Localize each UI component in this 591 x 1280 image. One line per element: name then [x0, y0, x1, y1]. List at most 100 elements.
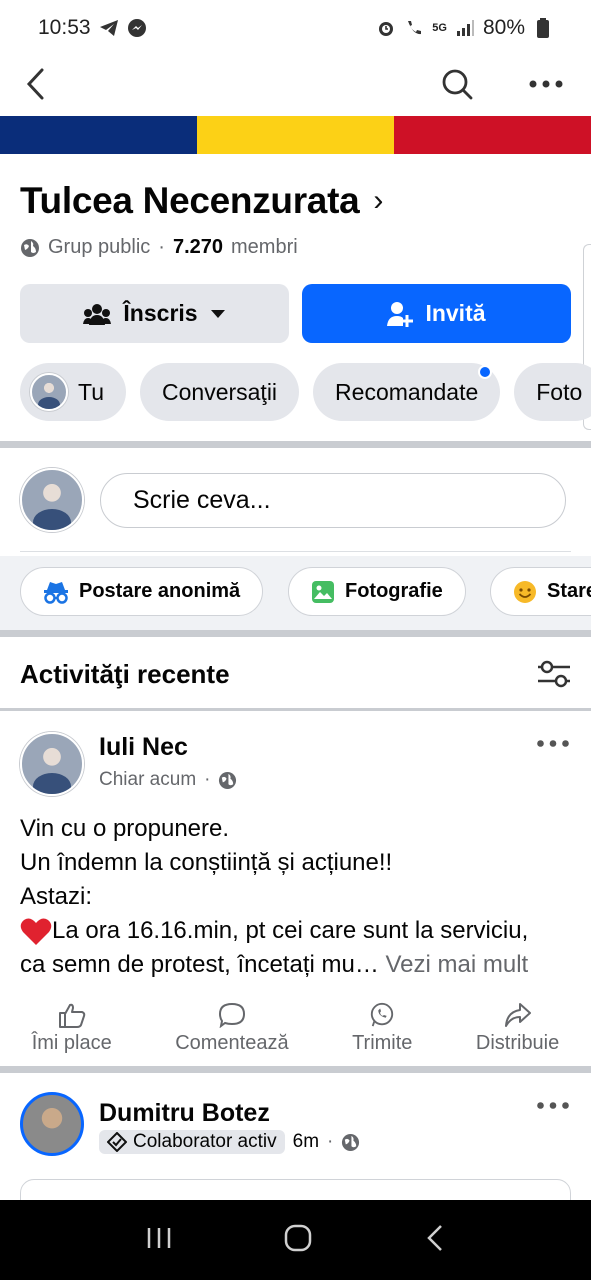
telegram-icon — [99, 18, 119, 38]
send-label: Trimite — [352, 1032, 413, 1054]
badge-label: Colaborator activ — [133, 1131, 277, 1152]
post-author-avatar[interactable] — [20, 732, 84, 796]
status-bar: 10:53 5G 80% — [0, 0, 591, 56]
post-line: Astazi: — [20, 883, 93, 910]
contributor-badge[interactable]: Colaborator activ — [99, 1130, 285, 1154]
joined-button[interactable]: Înscris — [20, 284, 289, 343]
tab-you-label: Tu — [78, 378, 104, 405]
filter-sliders-icon[interactable] — [537, 660, 571, 688]
photo-button[interactable]: Fotografie — [288, 567, 466, 616]
user-avatar — [30, 373, 68, 411]
post-more-button[interactable] — [535, 731, 571, 755]
globe-icon — [219, 771, 237, 789]
post-line: La ora 16.16.min, pt cei care sunt la se… — [52, 917, 529, 944]
group-privacy: Grup public — [48, 236, 151, 258]
post-author-name[interactable]: Dumitru Botez — [99, 1099, 270, 1128]
status-right: 5G 80% — [376, 16, 553, 40]
smiley-icon — [514, 580, 536, 603]
group-title[interactable]: Tulcea Necenzurata › — [20, 180, 383, 222]
post-meta: Colaborator activ 6m · — [99, 1130, 360, 1154]
photo-label: Fotografie — [345, 580, 443, 602]
post-line: Vin cu o propunere. — [20, 815, 230, 842]
like-button[interactable]: Îmi place — [32, 1002, 112, 1064]
post-line-last: ca semn de protest, încetați mu… Vezi ma… — [20, 948, 576, 982]
post-line-heart: La ora 16.16.min, pt cei care sunt la se… — [20, 914, 576, 948]
tab-conversations[interactable]: Conversaţii — [140, 363, 300, 421]
search-button[interactable] — [440, 62, 480, 106]
tab-photos[interactable]: Foto — [514, 363, 591, 421]
post-type-strip: Postare anonimă Fotografie Stare — [0, 556, 591, 630]
battery-percent: 80% — [482, 16, 525, 39]
back-button[interactable] — [24, 62, 60, 106]
system-back-button[interactable] — [425, 1224, 445, 1257]
network-type: 5G — [432, 22, 447, 34]
send-button[interactable]: Trimite — [352, 1002, 412, 1064]
meta-dot: · — [204, 769, 211, 790]
recent-activity-header: Activităţi recente — [20, 654, 571, 694]
post-meta: Chiar acum · — [99, 769, 237, 791]
photo-icon — [312, 580, 334, 603]
tab-you[interactable]: Tu — [20, 363, 126, 421]
group-buttons: Înscris Invită — [20, 284, 571, 343]
group-tabs: Tu Conversaţii Recomandate Foto — [20, 363, 591, 423]
contributor-icon — [107, 1132, 127, 1152]
group-name: Tulcea Necenzurata — [20, 180, 360, 221]
more-dots-icon — [537, 1101, 569, 1109]
post-more-button[interactable] — [535, 1093, 571, 1117]
tab-recommended-label: Recomandate — [335, 378, 479, 405]
back-arrow-icon — [427, 1224, 442, 1251]
group-cover[interactable] — [0, 116, 591, 154]
anonymous-post-button[interactable]: Postare anonimă — [20, 567, 264, 616]
messenger-icon — [127, 18, 147, 38]
more-dots-icon — [529, 80, 563, 88]
feeling-button[interactable]: Stare — [490, 567, 591, 616]
more-options-button[interactable] — [526, 62, 566, 106]
whatsapp-icon — [371, 1002, 394, 1027]
globe-icon — [342, 1133, 360, 1151]
tab-recommended[interactable]: Recomandate — [313, 363, 501, 421]
share-label: Distribuie — [475, 1032, 560, 1054]
recent-activity-title: Activităţi recente — [20, 658, 230, 689]
system-navigation-bar — [0, 1200, 591, 1280]
home-button[interactable] — [284, 1224, 312, 1257]
battery-icon — [533, 18, 553, 38]
top-navigation — [0, 56, 591, 116]
comment-button[interactable]: Comentează — [175, 1002, 289, 1064]
globe-icon — [21, 238, 39, 257]
post-time[interactable]: 6m — [293, 1131, 319, 1153]
post-card: Dumitru Botez Colaborator activ 6m · — [0, 1073, 591, 1219]
like-label: Îmi place — [31, 1032, 112, 1054]
member-label: membri — [231, 236, 298, 258]
invite-label: Invită — [425, 300, 486, 326]
red-heart-icon — [20, 918, 52, 945]
composer-avatar[interactable] — [20, 468, 84, 532]
feeling-label: Stare — [547, 580, 591, 602]
composer-divider — [20, 551, 571, 552]
recent-apps-button[interactable] — [146, 1226, 172, 1255]
comment-label: Comentează — [175, 1032, 289, 1054]
share-button[interactable]: Distribuie — [476, 1002, 559, 1064]
search-icon — [442, 69, 473, 100]
meta-dot: · — [327, 1131, 334, 1152]
post-author-avatar[interactable] — [20, 1092, 84, 1156]
post-line: Un îndemn la conștiință și acțiune!! — [20, 849, 393, 876]
see-more-link[interactable]: Vezi mai mult — [379, 951, 528, 978]
cover-stripe-blue — [0, 116, 197, 154]
status-left: 10:53 — [38, 16, 147, 40]
signal-icon — [455, 18, 475, 38]
group-members-icon — [83, 303, 112, 325]
section-divider — [0, 441, 591, 448]
joined-label: Înscris — [123, 300, 198, 326]
home-icon — [285, 1224, 312, 1251]
clock: 10:53 — [38, 16, 91, 39]
member-count: 7.270 — [172, 236, 224, 258]
cover-stripe-red — [394, 116, 591, 154]
cover-stripe-yellow — [197, 116, 394, 154]
notification-dot — [478, 365, 493, 379]
write-something-input[interactable]: Scrie ceva... — [100, 473, 566, 528]
post-time[interactable]: Chiar acum — [99, 769, 196, 791]
post-actions-bar: Îmi place Comentează Trimite Distribuie — [0, 1002, 591, 1064]
thumbs-up-icon — [58, 1003, 85, 1028]
invite-button[interactable]: Invită — [302, 284, 571, 343]
post-author-name[interactable]: Iuli Nec — [99, 733, 188, 762]
